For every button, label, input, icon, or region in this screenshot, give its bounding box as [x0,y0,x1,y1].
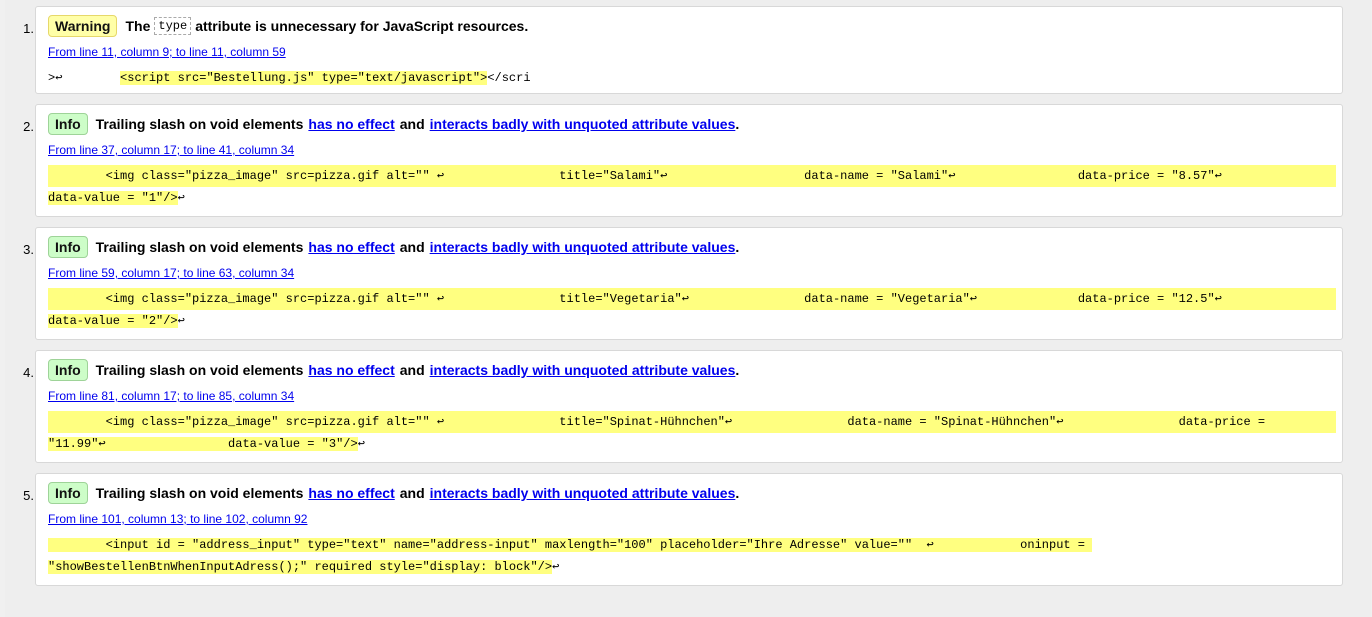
message-number: 4. [23,365,34,380]
extract-highlight: <script src="Bestellung.js" type="text/j… [120,71,488,85]
unquoted-attribute-link[interactable]: interacts badly with unquoted attribute … [430,239,736,255]
extract-highlight: "showBestellenBtnWhenInputAdress();" req… [48,560,553,574]
unquoted-attribute-link[interactable]: interacts badly with unquoted attribute … [430,116,736,132]
info-badge: Info [48,359,88,381]
extract-highlight: data-value = "2"/> [48,314,178,328]
source-location-link[interactable]: From line 59, column 17; to line 63, col… [48,266,294,280]
message-text: and [399,239,425,255]
extract-highlight: <img class="pizza_image" src=pizza.gif a… [48,165,1336,187]
source-extract: <img class="pizza_image" src=pizza.gif a… [48,288,1336,332]
warning-badge: Warning [48,15,118,37]
message-number: 5. [23,488,34,503]
return-glyph: ↩ [552,560,560,574]
unquoted-attribute-link[interactable]: interacts badly with unquoted attribute … [430,485,736,501]
source-location-link[interactable]: From line 101, column 13; to line 102, c… [48,512,307,526]
info-badge: Info [48,236,88,258]
message-text: . [735,116,740,132]
has-no-effect-link[interactable]: has no effect [308,239,394,255]
source-extract: >↩ <script src="Bestellung.js" type="tex… [48,67,1336,89]
message-text: The [125,18,151,34]
message-text: Trailing slash on void elements [95,116,304,132]
message-headline: Info Trailing slash on void elements has… [48,113,739,135]
message-number: 1. [23,21,34,36]
message-card-2: 2. Info Trailing slash on void elements … [23,104,1343,217]
has-no-effect-link[interactable]: has no effect [308,362,394,378]
extract-highlight: "11.99"↩ data-value = "3"/> [48,437,358,451]
has-no-effect-link[interactable]: has no effect [308,116,394,132]
message-text: . [735,485,740,501]
source-extract: <input id = "address_input" type="text" … [48,534,1336,578]
message-headline: Info Trailing slash on void elements has… [48,236,739,258]
message-number: 3. [23,242,34,257]
message-text: Trailing slash on void elements [95,362,304,378]
return-glyph: ↩ [177,191,185,205]
return-glyph: ↩ [357,437,365,451]
source-location-link[interactable]: From line 11, column 9; to line 11, colu… [48,45,286,59]
message-number: 2. [23,119,34,134]
info-badge: Info [48,113,88,135]
message-text: Trailing slash on void elements [95,485,304,501]
extract-highlight: <img class="pizza_image" src=pizza.gif a… [48,288,1336,310]
validator-results-list: 1. Warning The type attribute is unneces… [5,0,1371,617]
extract-highlight: <input id = "address_input" type="text" … [48,538,1093,552]
source-location-link[interactable]: From line 37, column 17; to line 41, col… [48,143,294,157]
info-badge: Info [48,482,88,504]
extract-text: >↩ [48,71,63,85]
extract-text: </scri [487,71,531,85]
extract-highlight: <img class="pizza_image" src=pizza.gif a… [48,411,1336,433]
has-no-effect-link[interactable]: has no effect [308,485,394,501]
source-extract: <img class="pizza_image" src=pizza.gif a… [48,165,1336,209]
source-extract: <img class="pizza_image" src=pizza.gif a… [48,411,1336,455]
message-card-1: 1. Warning The type attribute is unneces… [23,6,1343,94]
source-location-link[interactable]: From line 81, column 17; to line 85, col… [48,389,294,403]
return-glyph: ↩ [177,314,185,328]
message-text: attribute is unnecessary for JavaScript … [195,18,529,34]
message-card-3: 3. Info Trailing slash on void elements … [23,227,1343,340]
message-text: . [735,362,740,378]
extract-highlight: data-value = "1"/> [48,191,178,205]
message-card-5: 5. Info Trailing slash on void elements … [23,473,1343,586]
message-text: and [399,362,425,378]
unquoted-attribute-link[interactable]: interacts badly with unquoted attribute … [430,362,736,378]
message-headline: Info Trailing slash on void elements has… [48,359,739,381]
message-text: and [399,116,425,132]
code-snippet: type [154,17,192,35]
message-headline: Info Trailing slash on void elements has… [48,482,739,504]
message-text: Trailing slash on void elements [95,239,304,255]
message-text: . [735,239,740,255]
message-text: and [399,485,425,501]
message-card-4: 4. Info Trailing slash on void elements … [23,350,1343,463]
message-headline: Warning The type attribute is unnecessar… [48,15,528,37]
